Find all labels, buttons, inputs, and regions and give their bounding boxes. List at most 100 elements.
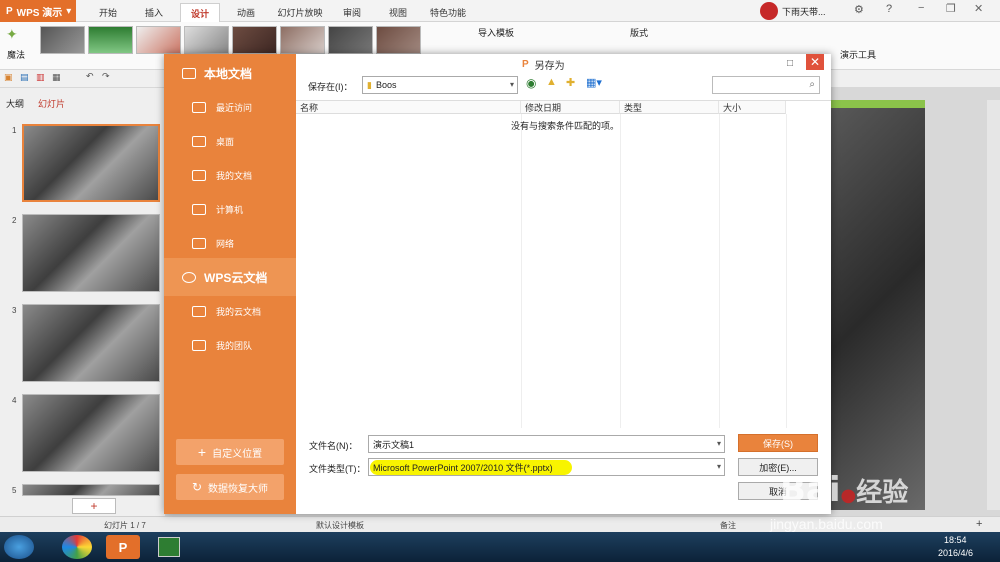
tab-insert[interactable]: 插入 — [134, 3, 174, 22]
local-docs-header[interactable]: 本地文档 — [164, 54, 296, 92]
nav-network[interactable]: 网络 — [164, 226, 296, 260]
tab-special[interactable]: 特色功能 — [424, 3, 472, 22]
vertical-scrollbar[interactable] — [987, 100, 1000, 510]
view-menu-icon[interactable]: ▦▾ — [586, 76, 602, 89]
tab-slideshow[interactable]: 幻灯片放映 — [272, 3, 328, 22]
user-name[interactable]: 下雨天带... — [782, 5, 826, 18]
wps-logo-icon: P — [6, 5, 13, 17]
slide-thumbnail[interactable] — [22, 124, 160, 202]
column-size[interactable]: 大小 — [719, 101, 786, 114]
restore-icon[interactable]: ❐ — [946, 2, 956, 15]
slide-thumbnail[interactable] — [22, 304, 160, 382]
magic-label[interactable]: 魔法 — [7, 48, 25, 61]
import-template-button[interactable]: 导入模板 — [478, 26, 514, 39]
template-thumbnail[interactable] — [280, 26, 325, 54]
recovery-icon: ↻ — [191, 480, 203, 494]
nav-recent[interactable]: 最近访问 — [164, 90, 296, 124]
save-in-dropdown[interactable]: ▮ Boos ▾ — [362, 76, 518, 94]
tab-outline[interactable]: 大纲 — [6, 97, 24, 110]
chevron-down-icon: ▾ — [716, 439, 721, 448]
computer-icon — [192, 203, 206, 215]
column-divider — [719, 114, 720, 428]
skin-icon[interactable]: ⚙ — [854, 3, 864, 16]
undo-icon[interactable]: ↶ — [86, 71, 94, 82]
nav-desktop[interactable]: 桌面 — [164, 124, 296, 158]
wps-taskbar-icon[interactable]: P — [106, 535, 140, 559]
layout-button[interactable]: 版式 — [630, 26, 648, 39]
data-recovery-button[interactable]: ↻ 数据恢复大师 — [176, 474, 284, 500]
print-icon[interactable]: ▦ — [52, 72, 61, 83]
taskbar-app-icon[interactable] — [62, 535, 92, 559]
chevron-down-icon: ▾ — [509, 80, 514, 89]
template-thumbnail[interactable] — [88, 26, 133, 54]
minimize-icon[interactable]: − — [918, 2, 924, 14]
help-icon[interactable]: ? — [886, 3, 892, 15]
column-divider — [521, 114, 522, 428]
notes-button[interactable]: 备注 — [720, 520, 736, 531]
nav-computer[interactable]: 计算机 — [164, 192, 296, 226]
slide-number: 5 — [12, 486, 17, 495]
filetype-dropdown[interactable]: Microsoft PowerPoint 2007/2010 文件(*.pptx… — [368, 458, 725, 476]
save-button[interactable]: 保存(S) — [738, 434, 818, 452]
search-input[interactable]: ⌕ — [712, 76, 820, 94]
search-icon: ⌕ — [809, 79, 815, 90]
slide-number: 2 — [12, 216, 17, 225]
tab-view[interactable]: 视图 — [380, 3, 416, 22]
template-thumbnail[interactable] — [136, 26, 181, 54]
chevron-down-icon: ▾ — [716, 462, 721, 471]
start-button[interactable] — [4, 535, 34, 559]
tab-review[interactable]: 审阅 — [334, 3, 370, 22]
file-list[interactable]: 名称 修改日期 类型 大小 没有与搜索条件匹配的项。 — [296, 100, 831, 428]
add-slide-button[interactable]: + — [72, 498, 116, 514]
template-thumbnail[interactable] — [328, 26, 373, 54]
magic-wand-icon[interactable]: ✦ — [6, 26, 28, 44]
close-icon[interactable]: ✕ — [806, 54, 824, 70]
custom-location-button[interactable]: + 自定义位置 — [176, 439, 284, 465]
cloud-docs-header[interactable]: WPS云文档 — [164, 258, 296, 296]
tab-slides[interactable]: 幻灯片 — [38, 97, 65, 110]
app-close-icon[interactable]: ✕ — [974, 2, 983, 15]
filename-input[interactable]: 演示文稿1 ▾ — [368, 435, 725, 453]
template-thumbnail[interactable] — [40, 26, 85, 54]
team-icon — [192, 339, 206, 351]
nav-my-docs[interactable]: 我的文档 — [164, 158, 296, 192]
slide-thumbnail[interactable] — [22, 394, 160, 472]
slide-editor[interactable] — [830, 100, 925, 510]
slide-number: 4 — [12, 396, 17, 405]
demo-tools-button[interactable]: 演示工具 — [840, 48, 876, 61]
dialog-title: 另存为 — [534, 60, 565, 72]
slide-accent-bar — [830, 100, 925, 108]
column-name[interactable]: 名称 — [296, 101, 521, 114]
open-icon[interactable]: ▣ — [4, 72, 13, 83]
new-folder-icon[interactable]: ✚ — [566, 76, 575, 89]
redo-icon[interactable]: ↷ — [102, 71, 110, 82]
slide-number: 3 — [12, 306, 17, 315]
up-folder-icon[interactable]: ▲ — [546, 76, 557, 88]
column-modified[interactable]: 修改日期 — [521, 101, 620, 114]
avatar[interactable] — [760, 2, 778, 20]
save-icon[interactable]: ▤ — [20, 72, 29, 83]
pdf-icon[interactable]: ▥ — [36, 72, 45, 83]
tab-home[interactable]: 开始 — [88, 3, 128, 22]
column-type[interactable]: 类型 — [620, 101, 719, 114]
app-menu-button[interactable]: P WPS 演示 ▾ — [0, 0, 76, 22]
nav-my-team[interactable]: 我的团队 — [164, 328, 296, 362]
save-in-label: 保存在(I)： — [308, 82, 353, 92]
maximize-icon[interactable]: □ — [782, 56, 798, 70]
network-icon — [192, 237, 206, 249]
template-thumbnail[interactable] — [232, 26, 277, 54]
column-divider — [786, 114, 787, 428]
slide-thumbnail[interactable] — [22, 484, 160, 496]
back-icon[interactable]: ◉ — [526, 76, 536, 90]
zoom-in-button[interactable]: + — [976, 518, 982, 530]
slide-thumbnail[interactable] — [22, 214, 160, 292]
tab-design[interactable]: 设计 — [180, 3, 220, 22]
nav-my-cloud[interactable]: 我的云文档 — [164, 294, 296, 328]
filename-label: 文件名(N)： — [309, 441, 358, 451]
taskbar-app-icon[interactable] — [158, 537, 180, 557]
cloud-folder-icon — [192, 305, 206, 317]
slide-panel: 大纲 幻灯片 1 2 3 4 5 + — [0, 88, 165, 516]
template-thumbnail[interactable] — [376, 26, 421, 54]
tab-animation[interactable]: 动画 — [226, 3, 266, 22]
template-thumbnail[interactable] — [184, 26, 229, 54]
